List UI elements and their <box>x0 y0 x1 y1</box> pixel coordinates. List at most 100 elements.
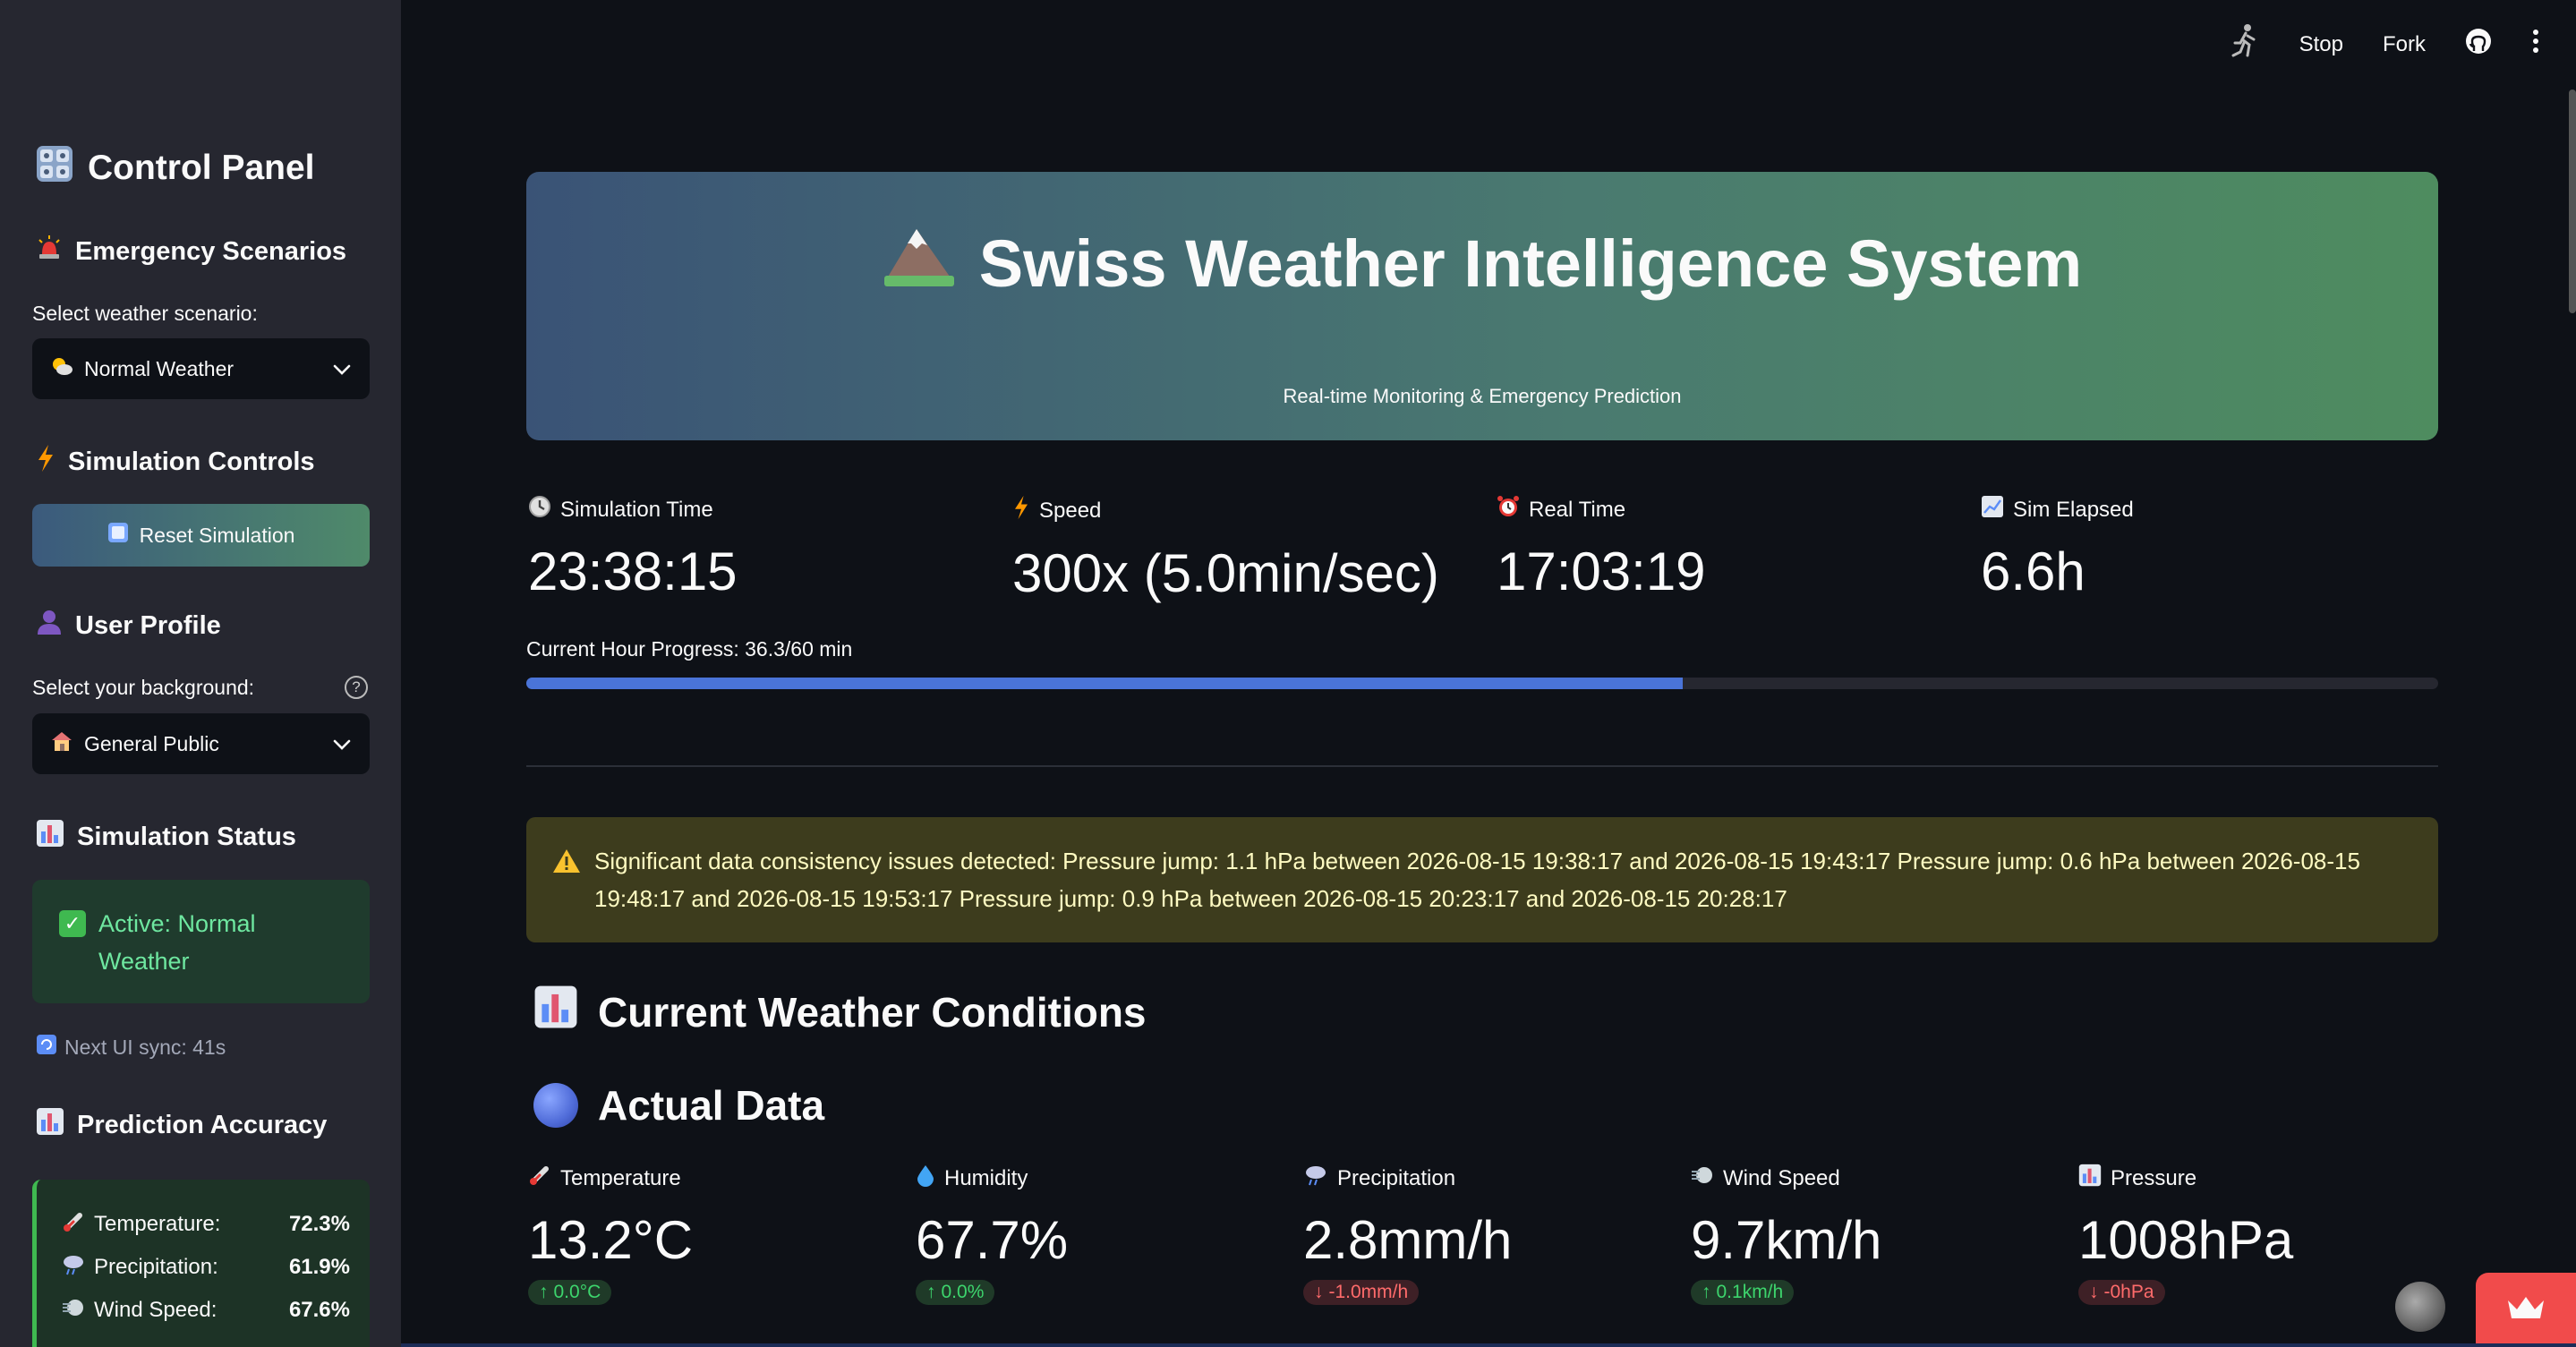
condition-humidity: Humidity 67.7% ↑ 0.0% <box>916 1164 1068 1305</box>
github-icon[interactable] <box>2465 28 2492 61</box>
stop-button[interactable]: Stop <box>2299 32 2343 57</box>
rain-cloud-icon <box>1303 1164 1328 1193</box>
emergency-heading: Emergency Scenarios <box>36 234 346 269</box>
arrow-down-icon: ↓ <box>1314 1282 1324 1302</box>
help-icon[interactable]: ? <box>345 676 368 699</box>
background-select-label: Select your background: <box>32 676 255 699</box>
warning-icon <box>551 848 582 885</box>
scrollbar[interactable] <box>2569 90 2576 313</box>
condition-value: 13.2°C <box>528 1210 694 1270</box>
arrow-up-icon: ↑ <box>539 1282 549 1302</box>
stop-square-icon <box>107 522 129 549</box>
simulation-status-heading: Simulation Status <box>36 819 296 855</box>
accuracy-name: Wind Speed: <box>94 1298 218 1322</box>
streamlit-badge[interactable] <box>2476 1273 2576 1347</box>
emergency-heading-text: Emergency Scenarios <box>75 236 347 266</box>
arrow-up-icon: ↑ <box>1702 1282 1711 1302</box>
arrow-down-icon: ↓ <box>2089 1282 2099 1302</box>
lightning-icon <box>1012 495 1030 526</box>
accuracy-value: 67.6% <box>288 1298 350 1322</box>
checkmark-icon: ✓ <box>59 910 86 937</box>
accuracy-value: 61.9% <box>288 1255 350 1279</box>
data-consistency-warning: Significant data consistency issues dete… <box>526 817 2438 942</box>
condition-value: 67.7% <box>916 1210 1069 1270</box>
condition-label: Humidity <box>944 1165 1028 1190</box>
chevron-down-icon <box>332 732 352 756</box>
condition-label: Pressure <box>2111 1165 2197 1190</box>
metric-value: 300x (5.0min/sec) <box>1012 543 1439 603</box>
metric-speed: Speed 300x (5.0min/sec) <box>1012 495 1439 604</box>
wind-face-icon <box>62 1296 85 1326</box>
chevron-down-icon <box>332 357 352 381</box>
delta-badge: ↑ 0.0% <box>916 1280 995 1305</box>
condition-wind-speed: Wind Speed 9.7km/h ↑ 0.1km/h <box>1691 1164 1881 1305</box>
sidebar-title-text: Control Panel <box>88 149 315 187</box>
thermometer-icon <box>62 1210 85 1240</box>
delta-badge: ↓ -0hPa <box>2078 1280 2165 1305</box>
metric-label: Simulation Time <box>560 497 713 522</box>
blue-circle-icon <box>533 1083 578 1128</box>
bar-chart-icon <box>36 819 64 855</box>
sun-cloud-icon <box>50 355 73 382</box>
reset-simulation-button[interactable]: Reset Simulation <box>32 504 370 567</box>
background-select[interactable]: General Public <box>32 713 370 774</box>
actual-data-text: Actual Data <box>598 1082 825 1129</box>
lightning-icon <box>36 444 55 480</box>
refresh-icon <box>36 1034 57 1061</box>
delta-badge: ↓ -1.0mm/h <box>1303 1280 1420 1305</box>
condition-label: Wind Speed <box>1723 1165 1840 1190</box>
accuracy-row-precipitation: Precipitation: 61.9% <box>62 1246 350 1289</box>
metric-sim-elapsed: Sim Elapsed 6.6h <box>1981 495 2134 602</box>
condition-precipitation: Precipitation 2.8mm/h ↓ -1.0mm/h <box>1303 1164 1512 1305</box>
condition-label: Temperature <box>560 1165 681 1190</box>
current-conditions-text: Current Weather Conditions <box>598 988 1147 1036</box>
condition-value: 2.8mm/h <box>1303 1210 1513 1270</box>
current-conditions-heading: Current Weather Conditions <box>533 985 1147 1039</box>
status-active-box: ✓ Active: Normal Weather <box>32 880 370 1003</box>
droplet-icon <box>916 1164 935 1193</box>
more-vertical-icon[interactable] <box>2531 28 2540 61</box>
delta-badge: ↑ 0.0°C <box>528 1280 612 1305</box>
accuracy-value: 72.3% <box>288 1212 350 1236</box>
accuracy-box: Temperature: 72.3% Precipitation: 61.9% … <box>32 1180 370 1347</box>
wind-face-icon <box>1691 1164 1714 1193</box>
prediction-accuracy-text: Prediction Accuracy <box>77 1110 328 1139</box>
arrow-up-icon: ↑ <box>926 1282 936 1302</box>
condition-pressure: Pressure 1008hPa ↓ -0hPa <box>2078 1164 2293 1305</box>
metric-value: 6.6h <box>1981 541 2086 601</box>
bar-chart-icon <box>36 1107 64 1143</box>
house-icon <box>50 730 73 757</box>
metric-value: 17:03:19 <box>1497 541 1706 601</box>
siren-icon <box>36 234 63 269</box>
scenario-select[interactable]: Normal Weather <box>32 338 370 399</box>
background-select-value: General Public <box>84 731 219 755</box>
simulation-status-text: Simulation Status <box>77 822 296 851</box>
condition-temperature: Temperature 13.2°C ↑ 0.0°C <box>528 1164 693 1305</box>
running-man-icon <box>2230 23 2260 65</box>
prediction-accuracy-heading: Prediction Accuracy <box>36 1107 327 1143</box>
accuracy-name: Precipitation: <box>94 1255 218 1279</box>
avatar[interactable] <box>2395 1282 2445 1332</box>
status-active-text: Active: Normal Weather <box>98 910 256 975</box>
warning-text: Significant data consistency issues dete… <box>594 848 2360 912</box>
user-profile-heading: User Profile <box>36 609 221 643</box>
user-silhouette-icon <box>36 609 63 643</box>
alarm-clock-icon <box>1497 495 1520 524</box>
fork-button[interactable]: Fork <box>2383 32 2426 57</box>
condition-label: Precipitation <box>1337 1165 1456 1190</box>
actual-data-heading: Actual Data <box>533 1081 824 1130</box>
hour-progress-bar <box>526 678 2438 689</box>
bottom-border <box>401 1343 2576 1347</box>
metric-label: Sim Elapsed <box>2013 497 2134 522</box>
sidebar-title: Control Panel <box>36 145 315 192</box>
accuracy-row-temperature: Temperature: 72.3% <box>62 1203 350 1246</box>
trending-chart-icon <box>1981 495 2004 524</box>
bar-chart-icon <box>2078 1164 2102 1193</box>
clock-icon <box>528 495 551 524</box>
rain-cloud-icon <box>62 1253 85 1283</box>
thermometer-icon <box>528 1164 551 1193</box>
app-toolbar: Stop Fork <box>2230 23 2540 65</box>
condition-value: 9.7km/h <box>1691 1210 1882 1270</box>
hour-progress-fill <box>526 678 1684 689</box>
user-profile-text: User Profile <box>75 610 221 640</box>
